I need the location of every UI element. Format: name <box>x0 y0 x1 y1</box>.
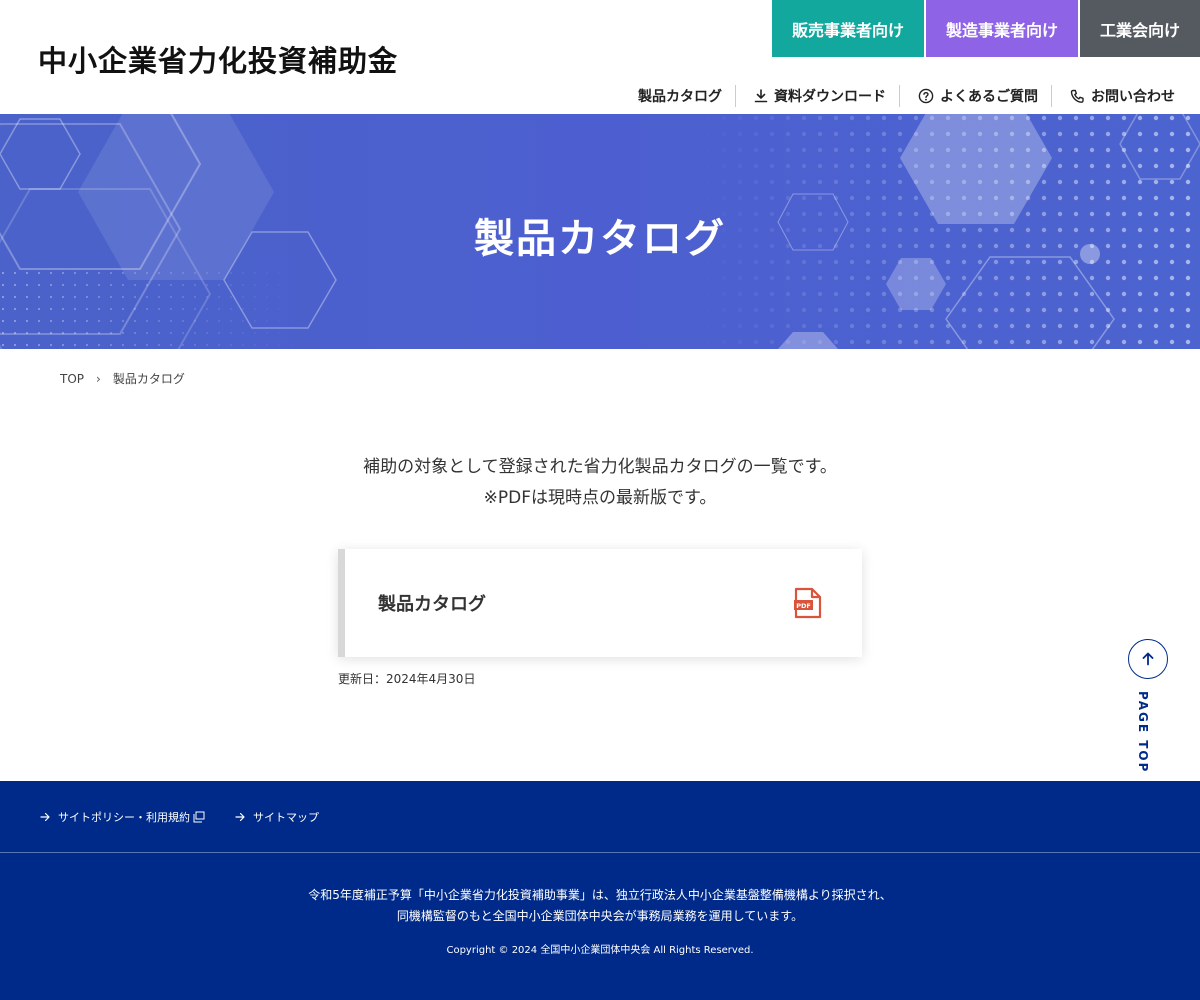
page-top-button[interactable]: PAGE TOP <box>1128 639 1168 773</box>
audience-association-button[interactable]: 工業会向け <box>1080 0 1200 57</box>
updated-date: 更新日：2024年4月30日 <box>338 672 476 686</box>
audience-sales-button[interactable]: 販売事業者向け <box>772 0 924 57</box>
subnav-faq-link[interactable]: よくあるご質問 <box>899 85 1051 107</box>
footer-divider <box>0 852 1200 853</box>
intro-line-2: ※PDFは現時点の最新版です。 <box>483 488 717 508</box>
site-header: 中小企業省力化投資補助金 販売事業者向け 製造事業者向け 工業会向け 製品カタロ… <box>0 0 1200 114</box>
audience-manufacturer-button[interactable]: 製造事業者向け <box>926 0 1078 57</box>
breadcrumb-current: 製品カタログ <box>112 372 185 386</box>
copyright: Copyright © 2024 全国中小企業団体中央会 All Rights … <box>446 945 754 956</box>
arrow-right-icon <box>40 812 50 822</box>
question-circle-icon <box>918 88 934 104</box>
page-top-label: PAGE TOP <box>1136 691 1150 774</box>
subnav-catalog-label: 製品カタログ <box>638 89 722 105</box>
breadcrumb-top-link[interactable]: TOP <box>60 372 84 386</box>
catalog-card-title: 製品カタログ <box>378 594 486 615</box>
audience-nav: 販売事業者向け 製造事業者向け 工業会向け <box>770 0 1200 57</box>
subnav-contact-link[interactable]: お問い合わせ <box>1051 85 1188 107</box>
sub-navigation: 製品カタログ 資料ダウンロード よくあるご質問 お問い合わせ <box>638 84 1188 108</box>
arrow-right-icon <box>235 812 245 822</box>
page-title: 製品カタログ <box>474 216 726 262</box>
footer-site-policy-link[interactable]: サイトポリシー・利用規約 <box>40 809 205 825</box>
phone-icon <box>1070 89 1084 103</box>
subnav-catalog-link[interactable]: 製品カタログ <box>638 85 735 107</box>
catalog-pdf-card[interactable]: 製品カタログ PDF <box>338 549 862 657</box>
breadcrumb: TOP › 製品カタログ <box>60 370 185 387</box>
download-icon <box>754 89 768 103</box>
pdf-icon-text: PDF <box>796 602 811 610</box>
footer-description: 令和5年度補正予算「中小企業省力化投資補助事業」は、独立行政法人中小企業基盤整備… <box>0 885 1200 927</box>
chevron-right-icon: › <box>96 371 101 386</box>
pdf-file-icon: PDF <box>794 587 822 619</box>
hero-banner: 製品カタログ <box>0 114 1200 349</box>
footer-site-policy-label: サイトポリシー・利用規約 <box>58 811 190 824</box>
footer-text-line-2: 同機構監督のもと全国中小企業団体中央会が事務局業務を運用しています。 <box>396 909 804 923</box>
site-logo[interactable]: 中小企業省力化投資補助金 <box>38 38 398 80</box>
footer-sitemap-label: サイトマップ <box>253 811 319 824</box>
external-window-icon <box>193 811 205 823</box>
footer-sitemap-link[interactable]: サイトマップ <box>235 809 319 825</box>
subnav-download-label: 資料ダウンロード <box>774 89 886 105</box>
subnav-contact-label: お問い合わせ <box>1091 89 1175 105</box>
intro-text: 補助の対象として登録された省力化製品カタログの一覧です。 ※PDFは現時点の最新… <box>0 452 1200 514</box>
footer-text-line-1: 令和5年度補正予算「中小企業省力化投資補助事業」は、独立行政法人中小企業基盤整備… <box>308 888 892 902</box>
site-footer: サイトポリシー・利用規約 サイトマップ 令和5年度補正予算「中小企業省力化投資補… <box>0 781 1200 1000</box>
arrow-up-icon <box>1128 639 1168 679</box>
subnav-faq-label: よくあるご質問 <box>940 89 1038 105</box>
footer-links: サイトポリシー・利用規約 サイトマップ <box>40 809 349 825</box>
subnav-download-link[interactable]: 資料ダウンロード <box>735 85 899 107</box>
intro-line-1: 補助の対象として登録された省力化製品カタログの一覧です。 <box>363 457 837 477</box>
